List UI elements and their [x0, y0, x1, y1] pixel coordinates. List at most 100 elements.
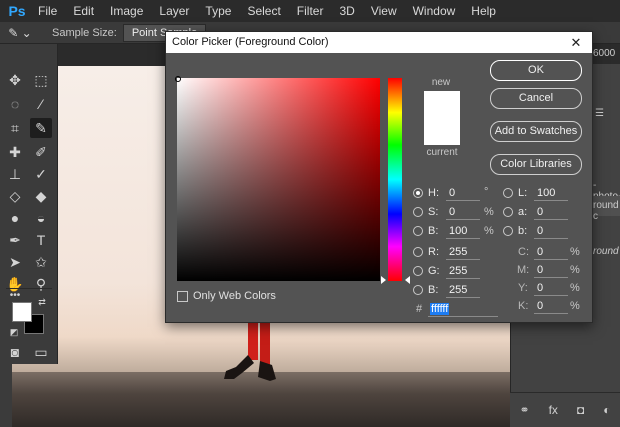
- yellow-unit: %: [570, 282, 580, 294]
- dialog-title: Color Picker (Foreground Color): [166, 32, 592, 53]
- close-icon[interactable]: ✕: [568, 32, 584, 53]
- hex-label: #: [416, 303, 423, 315]
- radio-brightness[interactable]: [413, 226, 423, 236]
- type-tool-icon[interactable]: T: [30, 230, 52, 250]
- radio-red[interactable]: [413, 247, 423, 257]
- saturation-input[interactable]: 0: [446, 205, 480, 220]
- radio-a-channel[interactable]: [503, 207, 513, 217]
- red-input[interactable]: 255: [446, 245, 480, 260]
- menu-type[interactable]: Type: [197, 0, 239, 22]
- menu-layer[interactable]: Layer: [151, 0, 197, 22]
- menu-view[interactable]: View: [363, 0, 405, 22]
- cyan-label: C:: [518, 246, 529, 258]
- menu-bar: Ps File Edit Image Layer Type Select Fil…: [0, 0, 620, 22]
- color-libraries-button[interactable]: Color Libraries: [490, 154, 582, 175]
- cyan-input[interactable]: 0: [534, 245, 568, 260]
- add-to-swatches-button[interactable]: Add to Swatches: [490, 121, 582, 142]
- b-channel-input[interactable]: 0: [534, 224, 568, 239]
- current-color-swatch[interactable]: [424, 118, 460, 145]
- quick-mask-icon[interactable]: ◙: [4, 342, 26, 362]
- default-colors-icon[interactable]: ◩: [8, 326, 20, 338]
- radio-saturation[interactable]: [413, 207, 423, 217]
- blue-input[interactable]: 255: [446, 283, 480, 298]
- adjustment-layer-icon[interactable]: ◐: [603, 403, 610, 417]
- history-brush-tool-icon[interactable]: ✓: [30, 164, 52, 184]
- red-label: R:: [428, 246, 439, 258]
- clone-stamp-tool-icon[interactable]: ⊥: [4, 164, 26, 184]
- menu-edit[interactable]: Edit: [65, 0, 102, 22]
- color-field-marker[interactable]: [175, 76, 181, 82]
- edit-toolbar-icon[interactable]: •••: [4, 290, 26, 301]
- hue-input[interactable]: 0: [446, 186, 480, 201]
- black-input[interactable]: 0: [534, 299, 568, 314]
- foreground-color-swatch[interactable]: [12, 302, 32, 322]
- eyedropper-tool-preset[interactable]: ✎ ⌄: [0, 26, 40, 40]
- move-tool-icon[interactable]: ✥: [4, 70, 26, 90]
- radio-blue[interactable]: [413, 285, 423, 295]
- paint-bucket-tool-icon[interactable]: ◆: [30, 186, 52, 206]
- zoom-tool-icon[interactable]: ⚲: [30, 274, 52, 294]
- radio-b-channel[interactable]: [503, 226, 513, 236]
- brightness-label: B:: [428, 225, 439, 237]
- vertical-ruler: [0, 364, 12, 427]
- eraser-tool-icon[interactable]: ◇: [4, 186, 26, 206]
- menu-select[interactable]: Select: [239, 0, 288, 22]
- brightness-unit: %: [484, 225, 494, 237]
- eyedropper-tool-icon[interactable]: ✎: [30, 118, 52, 138]
- yellow-input[interactable]: 0: [534, 281, 568, 296]
- link-layers-icon[interactable]: ⚭: [520, 403, 530, 417]
- menu-filter[interactable]: Filter: [289, 0, 332, 22]
- cancel-button[interactable]: Cancel: [490, 88, 582, 109]
- magenta-input[interactable]: 0: [534, 263, 568, 278]
- radio-lightness[interactable]: [503, 188, 513, 198]
- panel-menu-icon[interactable]: ☰: [595, 108, 604, 119]
- path-selection-tool-icon[interactable]: ➤: [4, 252, 26, 272]
- pen-tool-icon[interactable]: ✒: [4, 230, 26, 250]
- lightness-label: L:: [518, 187, 528, 199]
- lasso-tool-icon[interactable]: ◌: [4, 94, 26, 114]
- hue-slider-handle-left[interactable]: [381, 276, 386, 284]
- saturation-unit: %: [484, 206, 494, 218]
- blur-tool-icon[interactable]: ●: [4, 208, 26, 228]
- magenta-unit: %: [570, 264, 580, 276]
- add-mask-icon[interactable]: ◘: [577, 403, 584, 417]
- only-web-colors-label: Only Web Colors: [193, 290, 276, 302]
- quick-selection-tool-icon[interactable]: ⁄: [30, 94, 52, 114]
- menu-window[interactable]: Window: [405, 0, 464, 22]
- hex-input[interactable]: ffffff: [428, 302, 498, 317]
- dodge-tool-icon[interactable]: ◒: [30, 208, 52, 228]
- canvas-figure-legs: [224, 315, 276, 381]
- brush-tool-icon[interactable]: ✐: [30, 142, 52, 162]
- tools-panel: ✥ ⬚ ◌ ⁄ ⌗ ✎ ✚ ✐ ⊥ ✓ ◇ ◆ ● ◒ ✒ T ➤ ✩ ✋ ⚲ …: [0, 44, 58, 364]
- ok-button[interactable]: OK: [490, 60, 582, 81]
- radio-hue[interactable]: [413, 188, 423, 198]
- hex-value-text: ffffff: [430, 303, 450, 315]
- green-input[interactable]: 255: [446, 264, 480, 279]
- hue-slider[interactable]: [388, 78, 402, 281]
- menu-3d[interactable]: 3D: [331, 0, 362, 22]
- cyan-unit: %: [570, 246, 580, 258]
- lightness-input[interactable]: 100: [534, 186, 568, 201]
- menu-image[interactable]: Image: [102, 0, 151, 22]
- only-web-colors-checkbox[interactable]: [177, 291, 188, 302]
- black-label: K:: [518, 300, 529, 312]
- swap-colors-icon[interactable]: ⇄: [36, 296, 48, 308]
- marquee-tool-icon[interactable]: ⬚: [30, 70, 52, 90]
- radio-green[interactable]: [413, 266, 423, 276]
- custom-shape-tool-icon[interactable]: ✩: [30, 252, 52, 272]
- b-channel-label: b:: [518, 225, 528, 237]
- healing-brush-tool-icon[interactable]: ✚: [4, 142, 26, 162]
- crop-tool-icon[interactable]: ⌗: [4, 118, 26, 138]
- fx-icon[interactable]: fx: [549, 403, 558, 417]
- a-channel-input[interactable]: 0: [534, 205, 568, 220]
- hue-slider-handle-right[interactable]: [405, 276, 410, 284]
- menu-file[interactable]: File: [30, 0, 65, 22]
- current-color-label: current: [426, 147, 458, 158]
- color-field[interactable]: [177, 78, 380, 281]
- brightness-input[interactable]: 100: [446, 224, 480, 239]
- blue-label: B:: [428, 284, 439, 296]
- layers-footer: ⚭ fx ◘ ◐: [510, 392, 620, 427]
- screen-mode-icon[interactable]: ▭: [30, 342, 52, 362]
- magenta-label: M:: [517, 264, 530, 276]
- menu-help[interactable]: Help: [463, 0, 504, 22]
